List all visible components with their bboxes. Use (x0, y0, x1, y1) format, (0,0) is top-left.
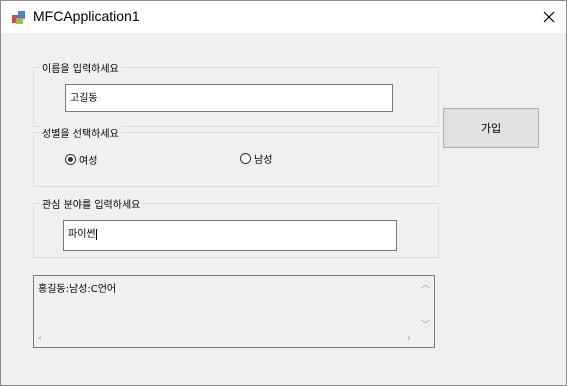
scroll-right-icon[interactable]: › (407, 333, 411, 344)
gender-group-label: 성별을 선택하세요 (40, 125, 121, 140)
title-bar[interactable]: MFCApplication1 (1, 1, 566, 33)
interest-field-value: 파이썬 (68, 229, 96, 240)
close-icon (543, 11, 555, 23)
dialog-window: MFCApplication1 이름을 입력하세요 고길동 성별을 선택하세요 … (0, 0, 567, 386)
scroll-down-icon[interactable]: ﹀ (421, 316, 431, 331)
name-group-label: 이름을 입력하세요 (40, 60, 121, 75)
radio-female[interactable]: 여성 (65, 152, 97, 167)
app-icon (12, 11, 25, 24)
join-button[interactable]: 가입 (443, 108, 539, 148)
vertical-scrollbar[interactable]: ︿ ﹀ (417, 276, 434, 331)
interest-group-label: 관심 분야를 입력하세요 (40, 196, 143, 211)
horizontal-scrollbar[interactable]: ‹ › (34, 330, 415, 347)
scroll-left-icon[interactable]: ‹ (38, 333, 42, 344)
radio-female-label: 여성 (79, 156, 98, 167)
radio-female-circle (65, 154, 76, 165)
text-caret (95, 228, 97, 240)
radio-male-circle (240, 153, 251, 164)
result-list-item[interactable]: 홍길동:남성:C언어 (38, 280, 116, 295)
window-title: MFCApplication1 (33, 8, 140, 24)
scroll-up-icon[interactable]: ︿ (421, 276, 431, 291)
join-button-label: 가입 (480, 122, 502, 135)
close-button[interactable] (532, 1, 566, 33)
radio-male[interactable]: 남성 (240, 151, 272, 166)
name-field[interactable]: 고길동 (65, 84, 393, 112)
interest-field[interactable]: 파이썬 (63, 220, 397, 251)
result-listbox[interactable]: 홍길동:남성:C언어 ︿ ﹀ ‹ › (33, 275, 435, 348)
radio-male-label: 남성 (254, 155, 273, 166)
radio-female-dot (68, 157, 73, 162)
